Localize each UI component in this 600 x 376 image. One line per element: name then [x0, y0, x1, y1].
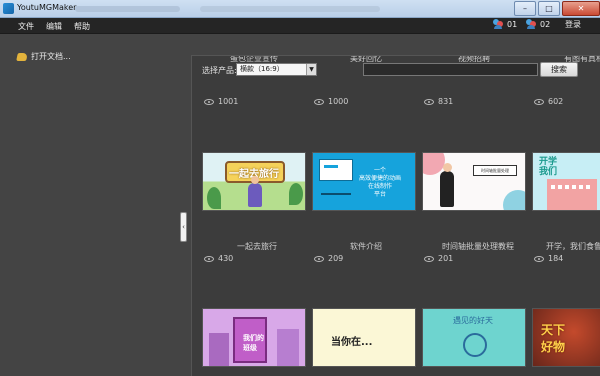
- template-thumbnail-travel[interactable]: 一起去旅行: [202, 152, 306, 211]
- menu-edit[interactable]: 编辑: [46, 21, 62, 32]
- view-count: 184: [534, 254, 563, 263]
- menu-bar: 文件 编辑 帮助 01 02 登录: [0, 18, 600, 34]
- eye-icon: [204, 255, 214, 262]
- card-title: 有图有真相: [564, 55, 600, 63]
- template-thumbnail-when-you[interactable]: 当你在...: [312, 308, 416, 367]
- view-count: 209: [314, 254, 343, 263]
- product-select[interactable]: 横款（16:9） ▼: [236, 63, 317, 76]
- menu-help[interactable]: 帮助: [74, 21, 90, 32]
- template-thumbnail-goods[interactable]: 天下 好物: [532, 308, 600, 367]
- template-gallery: 选择产品: 横款（16:9） ▼ 搜索 蛋包企业宣传 美好回忆 视频招聘 有图有…: [191, 55, 600, 376]
- thumbnail-text: 天下 好物: [541, 323, 566, 354]
- user-badge-1-count: 01: [507, 20, 518, 29]
- view-count: 1000: [314, 97, 348, 106]
- template-thumbnail-timeline[interactable]: 时间轴批量处理: [422, 152, 526, 211]
- card-title: 视频招聘: [458, 55, 490, 63]
- thumbnail-text: 开学 我们: [539, 157, 558, 177]
- users-icon: [525, 19, 537, 30]
- login-button[interactable]: 登录: [565, 19, 581, 30]
- maximize-button[interactable]: □: [538, 1, 560, 16]
- close-button[interactable]: ✕: [562, 1, 600, 16]
- search-input[interactable]: [363, 63, 538, 76]
- user-badge-1[interactable]: 01: [492, 19, 517, 30]
- card-title: 一起去旅行: [237, 242, 277, 251]
- product-label: 选择产品:: [202, 66, 237, 75]
- card-title: 开学，我们食鲁: [546, 242, 600, 251]
- eye-icon: [204, 98, 214, 105]
- chevron-down-icon: ▼: [306, 64, 316, 75]
- card-title: 时间轴批量处理教程: [442, 242, 514, 251]
- blurred-title-detail: [75, 6, 180, 12]
- eye-icon: [314, 255, 324, 262]
- view-count: 201: [424, 254, 453, 263]
- product-select-value: 横款（16:9）: [240, 65, 284, 73]
- card-title: 美好回忆: [350, 55, 382, 63]
- panel-splitter-toggle[interactable]: ‹: [180, 212, 187, 242]
- window-title: YoutuMGMaker: [17, 3, 77, 12]
- user-badge-2-count: 02: [540, 20, 551, 29]
- thumbnail-text: 遇见的好天: [453, 316, 493, 325]
- template-thumbnail-school[interactable]: 开学 我们: [532, 152, 600, 211]
- blurred-title-detail-2: [200, 6, 380, 12]
- card-title: 软件介绍: [350, 242, 382, 251]
- view-count: 1001: [204, 97, 238, 106]
- template-thumbnail-class[interactable]: 我们的 班级: [202, 308, 306, 367]
- thumbnail-text: 时间轴批量处理: [473, 165, 517, 176]
- eye-icon: [314, 98, 324, 105]
- thumbnail-text: 一个 高效便捷的动画 在线制作 平台: [359, 167, 402, 198]
- eye-icon: [534, 255, 544, 262]
- left-panel: 打开文档...: [0, 35, 190, 376]
- search-button[interactable]: 搜索: [540, 62, 578, 77]
- view-count: 831: [424, 97, 453, 106]
- view-count: 602: [534, 97, 563, 106]
- user-badge-2[interactable]: 02: [525, 19, 550, 30]
- menu-file[interactable]: 文件: [18, 21, 34, 32]
- open-document-label: 打开文档...: [31, 52, 71, 61]
- users-icon: [492, 19, 504, 30]
- hand-pointer-icon: [16, 52, 28, 61]
- window-titlebar: YoutuMGMaker – □ ✕: [0, 0, 600, 18]
- app-icon: [3, 3, 14, 14]
- open-document-button[interactable]: 打开文档...: [16, 51, 71, 62]
- minimize-button[interactable]: –: [514, 1, 536, 16]
- template-thumbnail-good-day[interactable]: 遇见的好天: [422, 308, 526, 367]
- eye-icon: [424, 255, 434, 262]
- card-title: 蛋包企业宣传: [230, 55, 278, 63]
- thumbnail-text: 我们的 班级: [243, 334, 264, 352]
- template-thumbnail-software[interactable]: 一个 高效便捷的动画 在线制作 平台: [312, 152, 416, 211]
- thumbnail-text: 当你在...: [331, 337, 373, 348]
- view-count: 430: [204, 254, 233, 263]
- eye-icon: [534, 98, 544, 105]
- eye-icon: [424, 98, 434, 105]
